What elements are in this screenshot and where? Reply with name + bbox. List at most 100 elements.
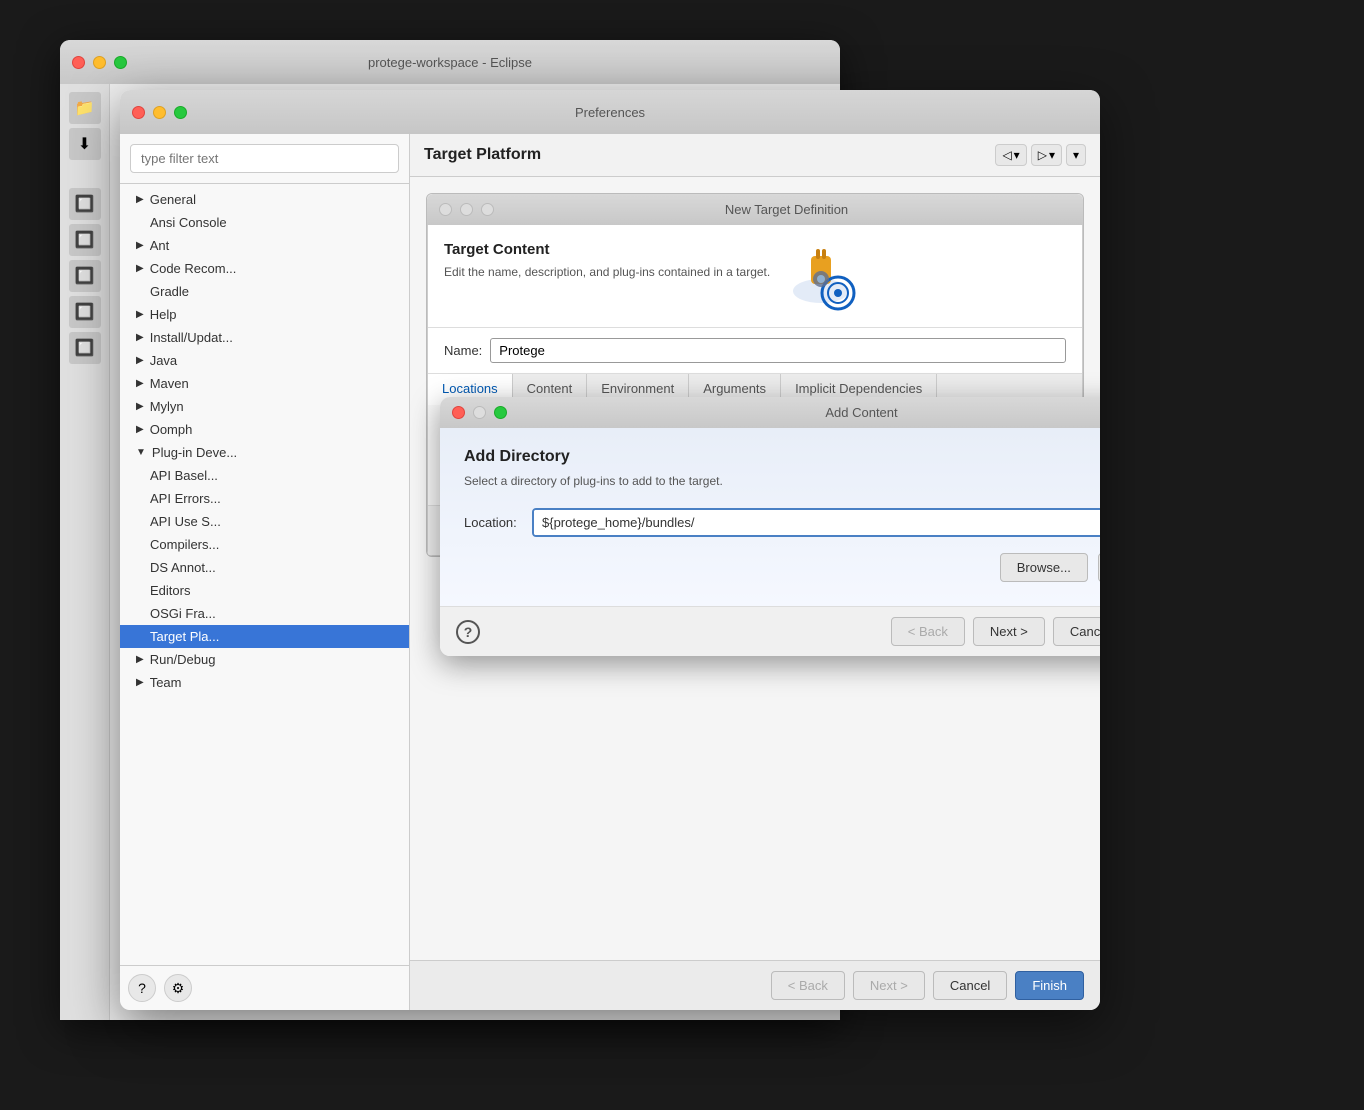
tree-arrow-run-debug: ▶ [136,654,144,665]
nav-forward-button[interactable]: ▷ ▾ [1031,144,1062,166]
tree-label-api-use: API Use S... [150,514,221,529]
tree-item-ds-annot[interactable]: DS Annot... [120,556,409,579]
pref-back-button[interactable]: < Back [771,971,845,1000]
new-target-btn-3 [481,203,494,216]
tree-label-team: Team [150,675,182,690]
tree-arrow-ant: ▶ [136,240,144,251]
tree-item-help[interactable]: ▶ Help [120,303,409,326]
tree-item-api-errors[interactable]: API Errors... [120,487,409,510]
tree-item-api-use[interactable]: API Use S... [120,510,409,533]
target-content-desc: Edit the name, description, and plug-ins… [444,264,770,281]
nav-back-icon: ◁ [1002,148,1011,162]
search-input[interactable] [130,144,399,173]
eclipse-sidebar-icon-1[interactable]: 📁 [69,92,101,124]
name-row: Name: [428,328,1082,374]
target-content-header: Target Content Edit the name, descriptio… [428,225,1082,328]
tree-item-editors[interactable]: Editors [120,579,409,602]
eclipse-sidebar-icon-7[interactable]: 🔲 [69,332,101,364]
tree-label-help: Help [150,307,177,322]
add-content-dialog: Add Content Add Directory Select a direc… [440,397,1100,656]
tree-arrow-code-recom: ▶ [136,263,144,274]
new-target-traffic-lights [439,203,494,216]
tree-item-run-debug[interactable]: ▶ Run/Debug [120,648,409,671]
add-content-next-button[interactable]: Next > [973,617,1045,646]
pref-finish-button[interactable]: Finish [1015,971,1084,1000]
tree-item-install-update[interactable]: ▶ Install/Updat... [120,326,409,349]
tree-item-plugin-dev[interactable]: ▼ Plug-in Deve... [120,441,409,464]
browse-row: Browse... Variables... [464,553,1100,582]
name-input[interactable] [490,338,1066,363]
tree-arrow-oomph: ▶ [136,424,144,435]
tree-label-mylyn: Mylyn [150,399,184,414]
preferences-titlebar: Preferences [120,90,1100,134]
tree-footer: ? ⚙ [120,965,409,1010]
add-content-close-btn[interactable] [452,406,465,419]
add-content-cancel-button[interactable]: Cancel [1053,617,1100,646]
eclipse-sidebar-icon-6[interactable]: 🔲 [69,296,101,328]
tree-label-general: General [150,192,196,207]
tree-label-api-base: API Basel... [150,468,218,483]
add-content-back-button[interactable]: < Back [891,617,965,646]
browse-button[interactable]: Browse... [1000,553,1088,582]
tree-label-osgi-fra: OSGi Fra... [150,606,216,621]
tree-item-general[interactable]: ▶ General [120,188,409,211]
tree-help-button[interactable]: ? [128,974,156,1002]
nav-arrows: ◁ ▾ ▷ ▾ ▾ [995,144,1086,166]
tree-label-code-recom: Code Recom... [150,261,237,276]
variables-button[interactable]: Variables... [1098,553,1100,582]
eclipse-sidebar-icon-4[interactable]: 🔲 [69,224,101,256]
tree-label-ant: Ant [150,238,170,253]
tree-item-target-platform[interactable]: Target Pla... [120,625,409,648]
tree-item-code-recom[interactable]: ▶ Code Recom... [120,257,409,280]
pref-cancel-button[interactable]: Cancel [933,971,1007,1000]
tree-arrow-help: ▶ [136,309,144,320]
add-content-help-icon[interactable]: ? [456,620,480,644]
pref-close-button[interactable] [132,106,145,119]
tree-item-team[interactable]: ▶ Team [120,671,409,694]
target-content-title: Target Content [444,241,770,258]
eclipse-sidebar-icon-3[interactable]: 🔲 [69,188,101,220]
tree-item-api-base[interactable]: API Basel... [120,464,409,487]
pref-maximize-button[interactable] [174,106,187,119]
new-target-btn-2 [460,203,473,216]
tree-arrow-team: ▶ [136,677,144,688]
preferences-body: ▶ General Ansi Console ▶ Ant ▶ Code Reco… [120,134,1100,1010]
location-input[interactable] [534,510,1100,535]
tree-label-maven: Maven [150,376,189,391]
eclipse-sidebar-icon-2[interactable]: ⬇ [69,128,101,160]
tree-item-java[interactable]: ▶ Java [120,349,409,372]
tree-item-maven[interactable]: ▶ Maven [120,372,409,395]
pref-traffic-lights [132,106,187,119]
pref-next-button[interactable]: Next > [853,971,925,1000]
name-label: Name: [444,343,482,358]
tree-item-gradle[interactable]: Gradle [120,280,409,303]
tree-label-api-errors: API Errors... [150,491,221,506]
nav-dropdown-icon: ▾ [1014,148,1020,162]
tree-item-oomph[interactable]: ▶ Oomph [120,418,409,441]
tree-item-ant[interactable]: ▶ Ant [120,234,409,257]
pref-right-header: Target Platform ◁ ▾ ▷ ▾ ▾ [410,134,1100,177]
eclipse-titlebar: protege-workspace - Eclipse [60,40,840,84]
tree-item-osgi-fra[interactable]: OSGi Fra... [120,602,409,625]
nav-back-button[interactable]: ◁ ▾ [995,144,1026,166]
new-target-titlebar: New Target Definition [427,194,1083,225]
add-content-max-btn[interactable] [494,406,507,419]
eclipse-close-button[interactable] [72,56,85,69]
tree-label-compilers: Compilers... [150,537,219,552]
new-target-dialog-title: New Target Definition [502,202,1071,217]
add-content-min-btn [473,406,486,419]
tree-settings-button[interactable]: ⚙ [164,974,192,1002]
tree-label-plugin: Plug-in Deve... [152,445,237,460]
tree-label-install: Install/Updat... [150,330,233,345]
eclipse-minimize-button[interactable] [93,56,106,69]
nav-dropdown-icon-2: ▾ [1049,148,1055,162]
tree-item-ansi-console[interactable]: Ansi Console [120,211,409,234]
nav-forward-icon: ▷ [1038,148,1047,162]
preferences-dialog: Preferences ▶ General Ansi Console ▶ Ant [120,90,1100,1010]
tree-item-mylyn[interactable]: ▶ Mylyn [120,395,409,418]
tree-item-compilers[interactable]: Compilers... [120,533,409,556]
eclipse-maximize-button[interactable] [114,56,127,69]
pref-minimize-button[interactable] [153,106,166,119]
eclipse-sidebar-icon-5[interactable]: 🔲 [69,260,101,292]
nav-menu-button[interactable]: ▾ [1066,144,1086,166]
